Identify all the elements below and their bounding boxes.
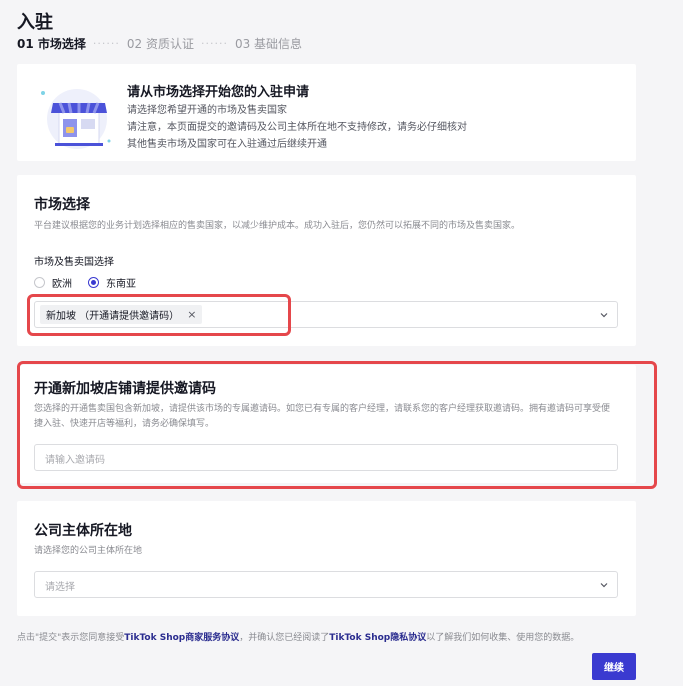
radio-checked-icon — [88, 277, 99, 288]
storefront-illustration — [41, 89, 111, 149]
radio-southeast-asia[interactable]: 东南亚 — [88, 275, 136, 290]
chevron-down-icon — [600, 313, 608, 318]
radio-label: 欧洲 — [52, 279, 72, 290]
footer-text: ，并确认您已经阅读了 — [239, 633, 330, 643]
footer-text: 以了解我们如何收集、使用您的数据。 — [426, 633, 580, 643]
footer-text: 点击"提交"表示您同意接受 — [17, 633, 125, 643]
company-location-placeholder: 请选择 — [45, 582, 75, 593]
intro-line: 请注意，本页面提交的邀请码及公司主体所在地不支持修改，请务必仔细核对 — [127, 122, 467, 133]
entity-section-title: 公司主体所在地 — [34, 523, 132, 539]
selected-country-chip: 新加坡 （开通请提供邀请码） × — [40, 305, 203, 324]
invite-code-input[interactable]: 请输入邀请码 — [34, 444, 618, 471]
step-separator: ······ — [200, 37, 228, 50]
invite-section-title: 开通新加坡店铺请提供邀请码 — [34, 381, 216, 397]
radio-circle-icon — [34, 277, 45, 288]
continue-button[interactable]: 继续 — [592, 653, 636, 680]
page-title: 入驻 — [17, 12, 53, 33]
invite-description-line: 您选择的开通售卖国包含新加坡，请提供该市场的专属邀请码。如您已有专属的客户经理，… — [34, 404, 611, 414]
chevron-down-icon — [600, 583, 608, 588]
stepper: 01 市场选择 ······ 02 资质认证 ······ 03 基础信息 — [17, 35, 302, 52]
intro-line: 其他售卖市场及国家可在入驻通过后继续开通 — [127, 139, 327, 150]
intro-line: 请选择您希望开通的市场及售卖国家 — [127, 105, 287, 116]
chip-close-icon[interactable]: × — [187, 308, 196, 321]
chip-label: 新加坡 （开通请提供邀请码） — [46, 311, 180, 322]
step-qualification: 02 资质认证 — [126, 37, 194, 51]
merchant-agreement-link[interactable]: TikTok Shop商家服务协议 — [124, 633, 239, 643]
invite-code-placeholder: 请输入邀请码 — [45, 455, 105, 466]
step-separator: ······ — [92, 37, 120, 50]
invite-code-card: 开通新加坡店铺请提供邀请码 您选择的开通售卖国包含新加坡，请提供该市场的专属邀请… — [17, 365, 636, 483]
intro-title: 请从市场选择开始您的入驻申请 — [127, 85, 310, 100]
invite-description-line: 捷入驻、快速开店等福利，请务必确保填写。 — [34, 419, 215, 429]
market-field-label: 市场及售卖国选择 — [34, 257, 114, 268]
country-multiselect[interactable]: 新加坡 （开通请提供邀请码） × — [34, 301, 618, 328]
market-radio-group: 欧洲 东南亚 — [34, 275, 152, 290]
market-section-title: 市场选择 — [34, 197, 90, 213]
footer-agreement-note: 点击"提交"表示您同意接受TikTok Shop商家服务协议，并确认您已经阅读了… — [17, 630, 579, 643]
step-market-selection: 01 市场选择 — [17, 37, 86, 51]
entity-section-description: 请选择您的公司主体所在地 — [34, 546, 143, 556]
market-section-description: 平台建议根据您的业务计划选择相应的售卖国家，以减少维护成本。成功入驻后，您仍然可… — [34, 221, 521, 231]
radio-europe[interactable]: 欧洲 — [34, 275, 72, 290]
company-location-card: 公司主体所在地 请选择您的公司主体所在地 请选择 — [17, 501, 636, 616]
market-selection-card: 市场选择 平台建议根据您的业务计划选择相应的售卖国家，以减少维护成本。成功入驻后… — [17, 175, 636, 346]
privacy-policy-link[interactable]: TikTok Shop隐私协议 — [329, 633, 426, 643]
intro-card: 请从市场选择开始您的入驻申请 请选择您希望开通的市场及售卖国家 请注意，本页面提… — [17, 64, 636, 161]
step-basic-info: 03 基础信息 — [234, 37, 303, 51]
radio-label: 东南亚 — [106, 279, 136, 290]
company-location-select[interactable]: 请选择 — [34, 571, 618, 598]
